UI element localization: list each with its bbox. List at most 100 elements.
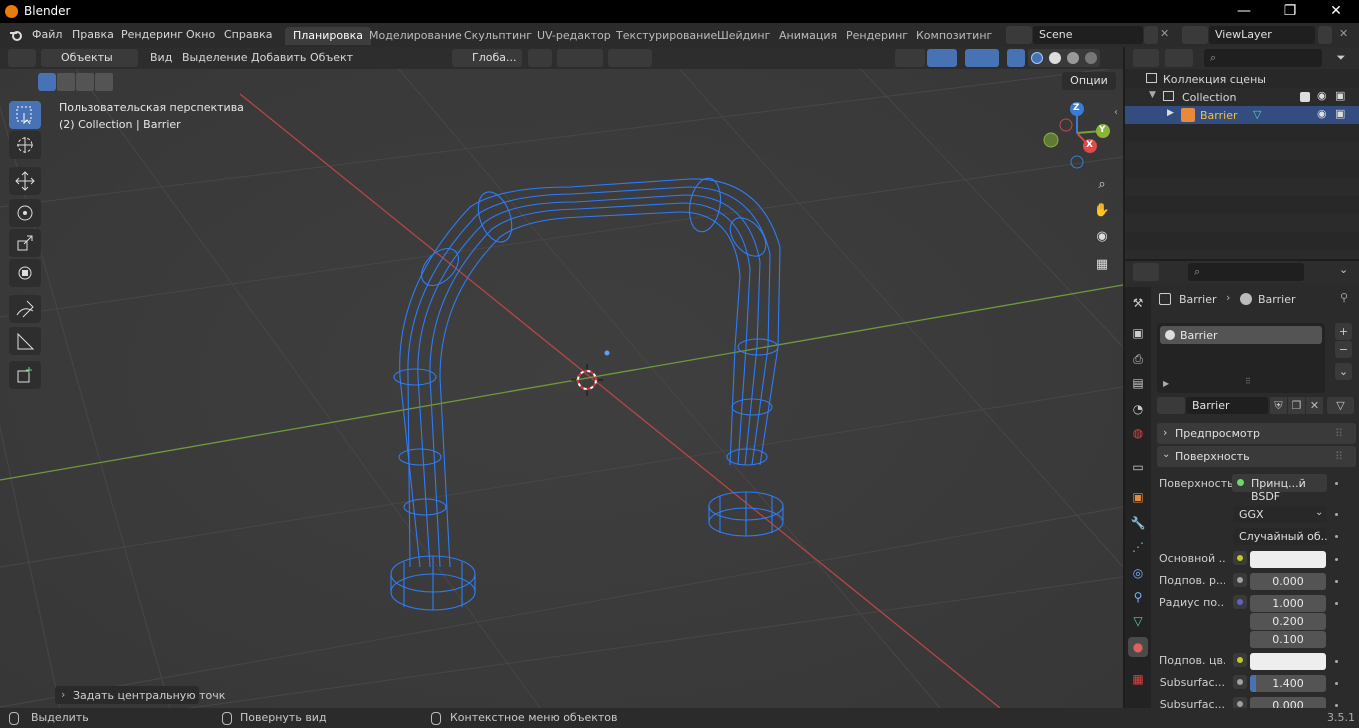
exclude-checkbox[interactable] [1300, 92, 1310, 102]
select-box-tool[interactable] [9, 101, 41, 129]
menu-file[interactable]: Файл [32, 28, 62, 41]
menu-add[interactable]: Добавить [251, 51, 306, 64]
outliner-row-collection[interactable]: ▼ Collection ◉ ▣ [1125, 88, 1359, 106]
outliner-row-object[interactable]: ▶ Barrier ▽ ◉ ▣ [1125, 106, 1359, 124]
snap-button[interactable] [557, 49, 603, 67]
select-new-button[interactable] [38, 73, 56, 91]
tab-compositing[interactable]: Композитинг [908, 27, 1000, 45]
chevron-down-icon[interactable]: ⌄ [1339, 263, 1348, 276]
gizmo-x-label[interactable]: X [1086, 140, 1093, 150]
keyframe-dot-icon[interactable] [1335, 602, 1338, 605]
editor-type-button[interactable] [8, 49, 36, 67]
visibility-button[interactable] [895, 49, 925, 67]
material-tab-icon[interactable]: ● [1128, 637, 1148, 657]
menu-object[interactable]: Объект [310, 51, 353, 64]
mode-selector[interactable]: Объекты [41, 49, 138, 67]
drag-handle-icon[interactable]: ⠿ [1335, 427, 1343, 440]
zoom-icon[interactable]: ⌕ [1089, 173, 1115, 197]
menu-edit[interactable]: Правка [72, 28, 114, 41]
shading-mode-buttons[interactable] [1028, 49, 1100, 67]
camera-icon[interactable]: ▣ [1335, 107, 1345, 120]
input-socket-icon[interactable] [1233, 675, 1247, 689]
view-layer-selector-button[interactable] [1182, 26, 1208, 44]
keyframe-dot-icon[interactable] [1335, 535, 1338, 538]
pivot-point-button[interactable] [528, 49, 552, 67]
3d-viewport[interactable]: Z Y X Объекты Вид Выделение Добавить Объ… [0, 47, 1123, 708]
browse-material-button[interactable] [1157, 397, 1185, 414]
input-socket-icon[interactable] [1233, 653, 1247, 667]
add-cube-tool[interactable] [9, 361, 41, 389]
annotate-tool[interactable] [9, 295, 41, 323]
scene-name-field[interactable]: Scene [1033, 26, 1143, 44]
outliner-row-scene-collection[interactable]: Коллекция сцены [1125, 70, 1359, 88]
numeric-field[interactable]: 0.200 [1250, 613, 1326, 630]
properties-editor-type-button[interactable] [1133, 263, 1159, 281]
numeric-field[interactable]: 1.400 [1250, 675, 1326, 692]
link-type-button[interactable]: ▽ [1327, 397, 1354, 414]
view-layer-field[interactable]: ViewLayer [1209, 26, 1315, 44]
distribution-dropdown[interactable]: GGX [1233, 506, 1327, 523]
sidebar-toggle-icon[interactable]: ‹ [1114, 107, 1118, 118]
unlink-material-icon[interactable]: ✕ [1306, 397, 1323, 414]
rotate-tool[interactable] [9, 199, 41, 227]
color-swatch-field[interactable] [1250, 653, 1326, 670]
output-tab-icon[interactable]: ⎙ [1128, 349, 1148, 369]
transform-tool[interactable] [9, 259, 41, 287]
scale-tool[interactable] [9, 229, 41, 257]
display-mode-button[interactable] [1165, 49, 1193, 67]
data-tab-icon[interactable]: ▽ [1128, 611, 1148, 631]
scene-selector-button[interactable] [1006, 26, 1032, 44]
overlays-toggle-button[interactable] [965, 49, 999, 67]
proportional-edit-button[interactable] [608, 49, 652, 67]
keyframe-dot-icon[interactable] [1335, 482, 1338, 485]
physics-tab-icon[interactable]: ◎ [1128, 563, 1148, 583]
maximize-button[interactable]: ❐ [1267, 0, 1313, 23]
scene-tab-icon[interactable]: ◔ [1128, 399, 1148, 419]
menu-help[interactable]: Справка [224, 28, 272, 41]
keyframe-dot-icon[interactable] [1335, 682, 1338, 685]
remove-slot-button[interactable]: − [1335, 341, 1352, 358]
pan-hand-icon[interactable]: ✋ [1089, 199, 1115, 223]
render-tab-icon[interactable]: ▣ [1128, 323, 1148, 343]
view-layer-tab-icon[interactable]: ▤ [1128, 373, 1148, 393]
select-invert-button[interactable] [95, 73, 113, 91]
color-swatch-field[interactable] [1250, 551, 1326, 568]
tool-tab-icon[interactable]: ⚒ [1128, 293, 1148, 313]
eye-icon[interactable]: ◉ [1317, 107, 1327, 120]
tab-layout[interactable]: Планировка [285, 27, 371, 45]
measure-tool[interactable] [9, 327, 41, 355]
subsurface-method-dropdown[interactable]: Случайный об... [1233, 528, 1327, 545]
world-tab-icon[interactable]: ◍ [1128, 423, 1148, 443]
texture-tab-icon[interactable]: ▦ [1128, 669, 1148, 689]
keyframe-dot-icon[interactable] [1335, 558, 1338, 561]
slot-specials-button[interactable]: ⌄ [1335, 363, 1352, 380]
surface-panel-header[interactable]: ⌄ Поверхность ⠿ [1157, 446, 1356, 467]
eye-icon[interactable]: ◉ [1317, 89, 1327, 102]
tab-animation[interactable]: Анимация [771, 27, 845, 45]
options-dropdown[interactable]: Опции [1062, 72, 1116, 90]
outliner-editor-type-button[interactable] [1133, 49, 1159, 67]
pin-icon[interactable]: ⚲ [1340, 291, 1348, 304]
tab-rendering[interactable]: Рендеринг [838, 27, 916, 45]
numeric-field[interactable]: 0.100 [1250, 631, 1326, 648]
tab-modeling[interactable]: Моделирование [361, 27, 470, 45]
keyframe-dot-icon[interactable] [1335, 704, 1338, 707]
filter-icon[interactable]: ⏷ [1327, 49, 1355, 67]
tab-uv-editor[interactable]: UV-редактор [529, 27, 619, 45]
gizmo-z-label[interactable]: Z [1073, 103, 1080, 113]
collection-tab-icon[interactable]: ▭ [1128, 457, 1148, 477]
cursor-tool[interactable] [9, 131, 41, 159]
constraints-tab-icon[interactable]: ⚲ [1128, 587, 1148, 607]
camera-icon[interactable]: ▣ [1335, 89, 1345, 102]
new-scene-icon[interactable] [1144, 26, 1158, 44]
fake-user-icon[interactable]: ⛨ [1270, 397, 1287, 414]
input-socket-icon[interactable] [1233, 551, 1247, 565]
mesh-data-icon[interactable]: ▽ [1253, 108, 1261, 121]
menu-select[interactable]: Выделение [182, 51, 248, 64]
menu-view[interactable]: Вид [150, 51, 172, 64]
last-operator-panel[interactable]: › Задать центральную точк [55, 686, 225, 704]
gizmo-toggle-button[interactable] [927, 49, 957, 67]
keyframe-dot-icon[interactable] [1335, 580, 1338, 583]
delete-view-layer-icon[interactable]: ✕ [1339, 27, 1348, 40]
particles-tab-icon[interactable]: ⋰ [1128, 537, 1148, 557]
